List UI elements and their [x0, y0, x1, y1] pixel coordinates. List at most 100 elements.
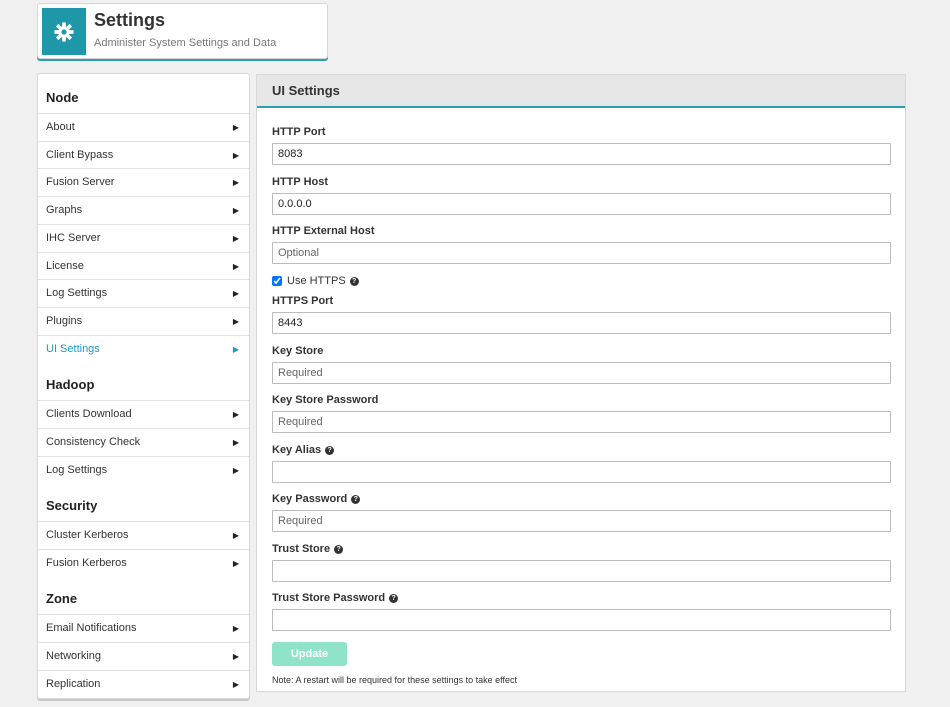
sidebar-item-label: Graphs [46, 204, 83, 216]
key-store-password-label: Key Store Password [272, 394, 378, 406]
trust-store-input[interactable] [272, 560, 891, 582]
https-port-input[interactable] [272, 312, 891, 334]
sidebar-item-label: Plugins [46, 315, 83, 327]
key-store-password-input[interactable] [272, 411, 891, 433]
field-label-text: HTTPS Port [272, 295, 334, 307]
http-port-label: HTTP Port [272, 126, 326, 138]
http-port-input[interactable] [272, 143, 891, 165]
field-label-text: HTTP Host [272, 176, 329, 188]
caret-right-icon: ▶ [232, 679, 239, 689]
sidebar-item-license[interactable]: License ▶ [38, 252, 249, 279]
help-icon[interactable]: ? [349, 276, 359, 286]
field-label-text: Key Password [272, 493, 348, 505]
caret-right-icon: ▶ [232, 261, 239, 271]
panel-title: UI Settings [257, 75, 905, 108]
field-label-text: Trust Store Password [272, 592, 386, 604]
sidebar-item-label: UI Settings [46, 343, 100, 355]
sidebar-item-label: Client Bypass [46, 149, 114, 161]
sidebar-item-clients-download[interactable]: Clients Download ▶ [38, 400, 249, 427]
caret-right-icon: ▶ [232, 409, 239, 419]
gear-icon [42, 8, 86, 55]
caret-right-icon: ▶ [232, 465, 239, 475]
caret-right-icon: ▶ [232, 530, 239, 540]
sidebar-item-about[interactable]: About ▶ [38, 113, 249, 140]
caret-right-icon: ▶ [232, 288, 239, 298]
caret-right-icon: ▶ [232, 233, 239, 243]
sidebar-item-ui-settings[interactable]: UI Settings ▶ [38, 335, 249, 362]
section-title-zone: Zone [46, 591, 78, 606]
sidebar-item-label: Fusion Server [46, 176, 115, 188]
sidebar-item-label: Email Notifications [46, 622, 137, 634]
caret-right-icon: ▶ [232, 177, 239, 187]
sidebar-item-networking[interactable]: Networking ▶ [38, 642, 249, 669]
sidebar: Node About ▶ Client Bypass ▶ Fusion Serv… [37, 73, 250, 699]
section-title-hadoop: Hadoop [46, 377, 95, 392]
sidebar-item-label: License [46, 260, 84, 272]
sidebar-item-label: Consistency Check [46, 436, 141, 448]
sidebar-item-cluster-kerberos[interactable]: Cluster Kerberos ▶ [38, 521, 249, 548]
https-port-label: HTTPS Port [272, 295, 333, 307]
help-icon[interactable]: ? [334, 544, 344, 554]
page-title: Settings [94, 10, 166, 30]
key-password-label: Key Password ? [272, 493, 361, 505]
caret-right-icon: ▶ [232, 205, 239, 215]
use-https-checkbox[interactable] [272, 276, 282, 286]
caret-right-icon: ▶ [232, 651, 239, 661]
sidebar-item-graphs[interactable]: Graphs ▶ [38, 196, 249, 223]
sidebar-item-label: IHC Server [46, 232, 101, 244]
sidebar-item-label: Fusion Kerberos [46, 557, 127, 569]
http-host-input[interactable] [272, 193, 891, 215]
sidebar-item-replication[interactable]: Replication ▶ [38, 670, 249, 697]
use-https-label: Use HTTPS [287, 275, 346, 287]
ui-settings-panel: UI Settings HTTP Port HTTP Host HTTP Ext… [256, 74, 906, 692]
sidebar-item-label: Replication [46, 678, 101, 690]
field-label-text: HTTP Port [272, 126, 326, 138]
page-subtitle: Administer System Settings and Data [94, 37, 277, 49]
trust-store-label: Trust Store ? [272, 543, 344, 555]
sidebar-item-plugins[interactable]: Plugins ▶ [38, 307, 249, 334]
key-store-input[interactable] [272, 362, 891, 384]
use-https-row[interactable]: Use HTTPS ? [272, 275, 359, 287]
caret-right-icon: ▶ [232, 316, 239, 326]
caret-right-icon: ▶ [232, 623, 239, 633]
caret-right-icon: ▶ [232, 344, 239, 354]
field-label-text: Key Alias [272, 444, 322, 456]
section-title-node: Node [46, 90, 79, 105]
caret-right-icon: ▶ [232, 150, 239, 160]
sidebar-item-label: Log Settings [46, 287, 108, 299]
sidebar-item-fusion-kerberos[interactable]: Fusion Kerberos ▶ [38, 549, 249, 576]
http-external-host-label: HTTP External Host [272, 225, 375, 237]
sidebar-item-label: Cluster Kerberos [46, 529, 129, 541]
trust-store-password-input[interactable] [272, 609, 891, 631]
sidebar-item-hadoop-log-settings[interactable]: Log Settings ▶ [38, 456, 249, 483]
sidebar-item-consistency-check[interactable]: Consistency Check ▶ [38, 428, 249, 455]
sidebar-item-email-notifications[interactable]: Email Notifications ▶ [38, 614, 249, 641]
sidebar-item-log-settings[interactable]: Log Settings ▶ [38, 279, 249, 306]
field-label-text: Key Store [272, 345, 324, 357]
http-external-host-input[interactable] [272, 242, 891, 264]
field-label-text: Key Store Password [272, 394, 379, 406]
http-host-label: HTTP Host [272, 176, 328, 188]
sidebar-item-label: Networking [46, 650, 102, 662]
sidebar-item-client-bypass[interactable]: Client Bypass ▶ [38, 141, 249, 168]
caret-right-icon: ▶ [232, 122, 239, 132]
key-store-label: Key Store [272, 345, 323, 357]
key-alias-input[interactable] [272, 461, 891, 483]
sidebar-item-fusion-server[interactable]: Fusion Server ▶ [38, 168, 249, 195]
field-label-text: Trust Store [272, 543, 331, 555]
sidebar-item-label: About [46, 121, 75, 133]
caret-right-icon: ▶ [232, 437, 239, 447]
sidebar-item-label: Log Settings [46, 464, 108, 476]
section-title-security: Security [46, 498, 98, 513]
key-alias-label: Key Alias ? [272, 444, 335, 456]
caret-right-icon: ▶ [232, 558, 239, 568]
help-icon[interactable]: ? [325, 445, 335, 455]
page-header: Settings Administer System Settings and … [37, 3, 328, 59]
help-icon[interactable]: ? [351, 494, 361, 504]
key-password-input[interactable] [272, 510, 891, 532]
help-icon[interactable]: ? [389, 593, 399, 603]
update-button[interactable]: Update [272, 642, 347, 666]
trust-store-password-label: Trust Store Password ? [272, 592, 399, 604]
sidebar-item-ihc-server[interactable]: IHC Server ▶ [38, 224, 249, 251]
field-label-text: HTTP External Host [272, 225, 375, 237]
